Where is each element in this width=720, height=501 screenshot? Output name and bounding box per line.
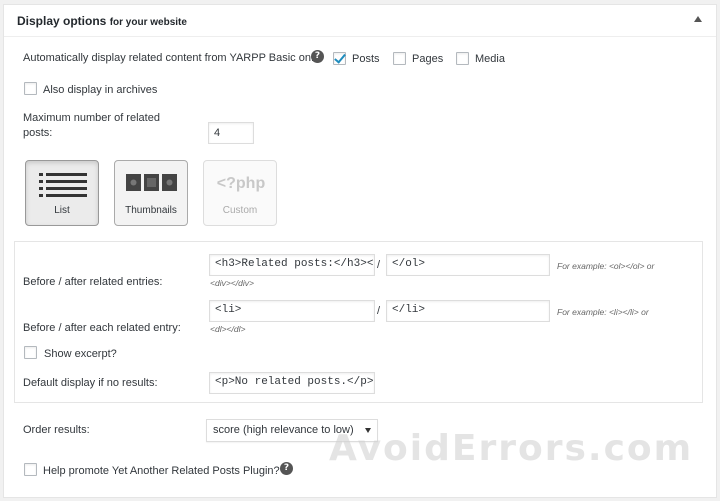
after-each-input[interactable]: </li> [386,300,550,322]
max-related-label-2: posts: [23,127,53,139]
panel-header[interactable]: Display options for your website [4,5,716,37]
related-example-1: For example: <ol></ol> or [557,261,655,271]
panel-title: Display options for your website [17,14,187,28]
max-related-label-1: Maximum number of related [23,112,160,124]
excerpt-checkbox[interactable] [24,346,37,359]
thumbnails-icon [126,174,177,191]
template-thumbnails-button[interactable]: Thumbnails [114,160,188,226]
related-example-2: <div></div> [210,278,254,288]
archives-label: Also display in archives [43,84,158,96]
no-results-input[interactable]: <p>No related posts.</p> [209,372,375,394]
watermark: AvoidErrors.com [329,428,694,469]
media-checkbox[interactable] [456,52,469,65]
list-icon [39,173,87,197]
slash-separator: / [377,259,381,271]
archives-checkbox[interactable] [24,82,37,95]
promote-checkbox[interactable] [24,463,37,476]
each-example-2: <dl></dl> [210,324,246,334]
after-related-input[interactable]: </ol> [386,254,550,276]
promote-help-icon[interactable]: ? [280,462,293,475]
related-entries-label: Before / after related entries: [23,276,163,288]
each-entry-label: Before / after each related entry: [23,322,181,334]
template-custom-label: Custom [222,205,258,216]
auto-display-label: Automatically display related content fr… [23,52,315,64]
collapse-arrow-icon[interactable] [694,16,702,22]
each-example-1: For example: <li></li> or [557,307,649,317]
posts-checkbox[interactable] [333,52,346,65]
promote-label: Help promote Yet Another Related Posts P… [43,465,280,477]
panel-title-main: Display options [17,14,107,28]
max-related-input[interactable]: 4 [208,122,254,144]
help-icon[interactable]: ? [311,50,324,63]
no-results-label: Default display if no results: [23,377,158,389]
excerpt-label: Show excerpt? [44,348,117,360]
template-custom-button[interactable]: <?php Custom [203,160,277,226]
before-related-input[interactable]: <h3>Related posts:</h3>< [209,254,375,276]
slash-separator-2: / [377,305,381,317]
template-thumbnails-label: Thumbnails [125,205,177,216]
template-list-label: List [54,205,70,216]
media-label: Media [475,53,505,65]
pages-checkbox[interactable] [393,52,406,65]
template-list-button[interactable]: List [25,160,99,226]
pages-label: Pages [412,53,444,65]
order-results-label: Order results: [23,424,90,436]
before-each-input[interactable]: <li> [209,300,375,322]
posts-label: Posts [352,53,380,65]
php-icon: <?php [216,175,266,192]
panel-title-sub: for your website [109,17,187,28]
